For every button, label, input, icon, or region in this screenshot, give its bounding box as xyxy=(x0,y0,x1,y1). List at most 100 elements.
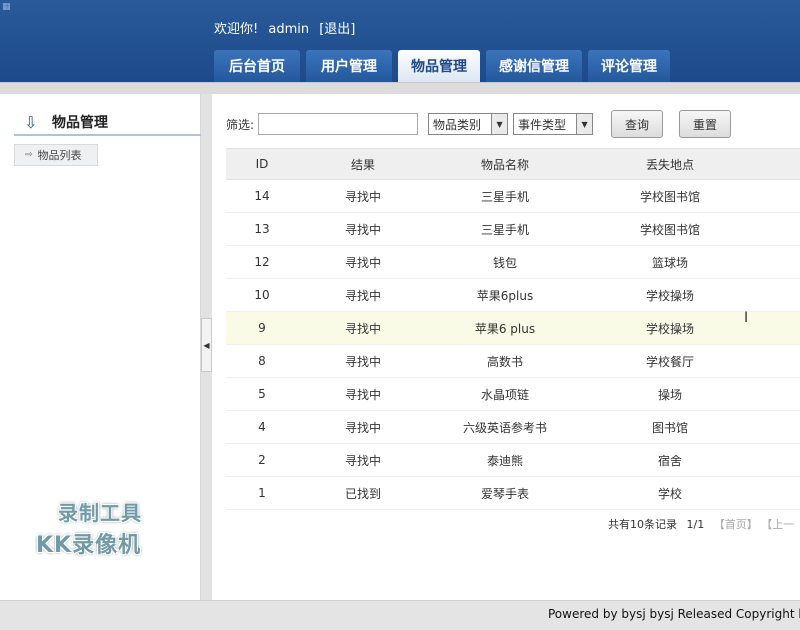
table-row[interactable]: 5 寻找中 水晶项链 操场 xyxy=(226,378,800,411)
tab-thank-letter-management[interactable]: 感谢信管理 xyxy=(486,50,582,82)
filter-label: 筛选: xyxy=(226,117,255,132)
cell-item-name: 泰迪熊 xyxy=(486,453,523,468)
cell-item-name: 钱包 xyxy=(492,255,517,270)
column-header-item-name: 物品名称 xyxy=(480,157,529,172)
cell-lost-location: 篮球场 xyxy=(651,255,688,270)
sidebar-item-item-list[interactable]: ⇨ 物品列表 xyxy=(14,144,98,166)
column-header-lost-location: 丢失地点 xyxy=(645,157,694,172)
table-row[interactable]: 14 寻找中 三星手机 学校图书馆 xyxy=(226,180,800,213)
table-row[interactable]: 13 寻找中 三星手机 学校图书馆 xyxy=(226,213,800,246)
cell-item-name: 苹果6plus xyxy=(476,288,534,303)
cell-result: 已找到 xyxy=(344,486,381,501)
event-type-select-value: 事件类型 xyxy=(518,117,567,132)
cell-id: 8 xyxy=(258,354,266,368)
header-band xyxy=(0,82,800,94)
filter-bar: 筛选: 物品类别 ▼ 事件类型 ▼ 查询 重置 xyxy=(226,110,732,138)
watermark-line1: 录制工具 xyxy=(58,501,142,525)
cell-item-name: 三星手机 xyxy=(480,189,529,204)
app-icon: ▦ xyxy=(2,2,11,12)
table-header: ID 结果 物品名称 丢失地点 xyxy=(226,148,800,180)
cell-id: 14 xyxy=(254,189,270,203)
cell-id: 5 xyxy=(258,387,266,401)
query-button[interactable]: 查询 xyxy=(611,110,664,138)
cell-item-name: 水晶项链 xyxy=(480,387,529,402)
cell-lost-location: 图书馆 xyxy=(651,420,688,435)
event-type-select[interactable]: 事件类型 ▼ xyxy=(513,113,594,135)
username: admin xyxy=(268,22,310,37)
cell-lost-location: 学校 xyxy=(657,486,682,501)
sidebar-title: ⇩ 物品管理 xyxy=(14,110,201,136)
table-row[interactable]: 2 寻找中 泰迪熊 宿舍 xyxy=(226,444,800,477)
welcome-bar: 欢迎你! admin [退出] xyxy=(214,18,361,37)
cell-result: 寻找中 xyxy=(344,255,381,270)
table-body: 14 寻找中 三星手机 学校图书馆 13 寻找中 三星手机 学校图书馆 12 寻找中 钱包 篮球场 10… xyxy=(226,180,800,510)
column-header-id: ID xyxy=(255,157,269,171)
table-row[interactable]: 12 寻找中 钱包 篮球场 xyxy=(226,246,800,279)
cell-result: 寻找中 xyxy=(344,222,381,237)
cell-id: 10 xyxy=(254,288,270,302)
chevron-left-icon: ◀ xyxy=(203,340,210,350)
watermark-line2: KK录像机 xyxy=(36,533,142,558)
cell-id: 4 xyxy=(258,420,266,434)
tab-item-management[interactable]: 物品管理 xyxy=(398,50,480,82)
cell-result: 寻找中 xyxy=(344,354,381,369)
logout-link[interactable]: [退出] xyxy=(319,22,355,37)
cell-id: 9 xyxy=(258,321,266,335)
filter-input[interactable] xyxy=(258,113,419,135)
cell-item-name: 高数书 xyxy=(486,354,523,369)
table-row[interactable]: 1 已找到 爱琴手表 学校 xyxy=(226,477,800,510)
table-row[interactable]: 4 寻找中 六级英语参考书 图书馆 xyxy=(226,411,800,444)
table-row[interactable]: 10 寻找中 苹果6plus 学校操场 xyxy=(226,279,800,312)
cell-id: 12 xyxy=(254,255,270,269)
header: ▦ 欢迎你! admin [退出] 后台首页 用户管理 物品管理 感谢信管理 评… xyxy=(0,0,800,82)
reset-button[interactable]: 重置 xyxy=(679,110,732,138)
dropdown-arrow-icon: ▼ xyxy=(491,114,508,134)
main-content: 筛选: 物品类别 ▼ 事件类型 ▼ 查询 重置 ID 结果 物品名称 丢失地点 … xyxy=(212,94,800,600)
tab-home[interactable]: 后台首页 xyxy=(214,50,300,82)
cell-id: 13 xyxy=(254,222,270,236)
main-nav: 后台首页 用户管理 物品管理 感谢信管理 评论管理 xyxy=(214,50,670,82)
prev-page-link[interactable]: 【上一 xyxy=(761,518,794,531)
first-page-link[interactable]: 【首页】 xyxy=(714,518,758,531)
column-header-result: 结果 xyxy=(350,157,375,172)
watermark: 录制工具 KK录像机 xyxy=(20,493,178,559)
items-table: ID 结果 物品名称 丢失地点 14 寻找中 三星手机 学校图书馆 13 寻找中 三星手机学… xyxy=(226,148,800,510)
arrow-down-icon: ⇩ xyxy=(24,112,38,132)
chevron-right-icon: ⇨ xyxy=(25,150,33,160)
cell-lost-location: 操场 xyxy=(657,387,682,402)
collapse-sidebar-button[interactable]: ◀ xyxy=(201,318,212,372)
dropdown-arrow-icon: ▼ xyxy=(576,114,593,134)
cell-item-name: 六级英语参考书 xyxy=(462,420,547,435)
cell-item-name: 三星手机 xyxy=(480,222,529,237)
footer: Powered by bysj bysj Released Copyright … xyxy=(0,600,800,630)
cell-lost-location: 宿舍 xyxy=(657,453,682,468)
cell-lost-location: 学校图书馆 xyxy=(639,222,700,237)
category-select-value: 物品类别 xyxy=(433,117,482,132)
record-count: 共有10条记录 xyxy=(608,518,677,531)
cell-item-name: 爱琴手表 xyxy=(480,486,529,501)
tab-user-management[interactable]: 用户管理 xyxy=(306,50,392,82)
cell-result: 寻找中 xyxy=(344,453,381,468)
pager: 共有10条记录 1/1 【首页】 【上一 xyxy=(608,516,794,532)
cell-lost-location: 学校餐厅 xyxy=(645,354,694,369)
category-select[interactable]: 物品类别 ▼ xyxy=(428,113,509,135)
cell-item-name: 苹果6 plus xyxy=(474,321,536,336)
cell-id: 1 xyxy=(258,486,266,500)
cell-result: 寻找中 xyxy=(344,321,381,336)
cell-result: 寻找中 xyxy=(344,189,381,204)
page-indicator: 1/1 xyxy=(686,518,705,531)
cell-lost-location: 学校操场 xyxy=(645,321,694,336)
table-row[interactable]: 8 寻找中 高数书 学校餐厅 xyxy=(226,345,800,378)
tab-comment-management[interactable]: 评论管理 xyxy=(588,50,670,82)
sidebar-item-label: 物品列表 xyxy=(37,149,82,162)
table-row[interactable]: 9 寻找中 苹果6 plus 学校操场 xyxy=(226,312,800,345)
cell-result: 寻找中 xyxy=(344,387,381,402)
sidebar-title-text: 物品管理 xyxy=(52,115,108,131)
welcome-prefix: 欢迎你! xyxy=(214,22,259,37)
cell-id: 2 xyxy=(258,453,266,467)
cell-result: 寻找中 xyxy=(344,288,381,303)
cell-result: 寻找中 xyxy=(344,420,381,435)
text-cursor-icon: I xyxy=(744,310,749,326)
cell-lost-location: 学校操场 xyxy=(645,288,694,303)
cell-lost-location: 学校图书馆 xyxy=(639,189,700,204)
